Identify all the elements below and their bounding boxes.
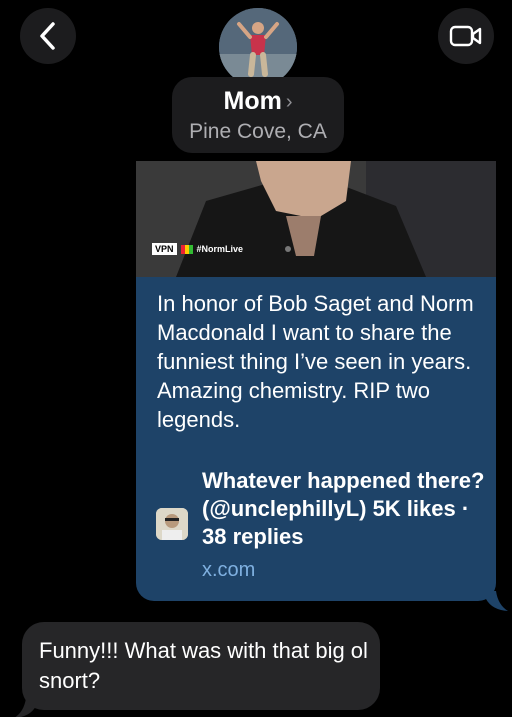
color-bars-icon	[180, 244, 193, 254]
message-text: In honor of Bob Saget and Norm Macdonald…	[157, 291, 474, 432]
chevron-right-icon: ›	[285, 90, 293, 113]
outgoing-message-bubble[interactable]: VPN #NormLive In honor of Bob Saget and …	[136, 161, 508, 611]
message-text: Funny!!! What was with that big ol snort…	[39, 638, 368, 693]
preview-hashtag: #NormLive	[196, 244, 244, 254]
bubble-tail	[15, 698, 36, 717]
facetime-video-button[interactable]	[438, 8, 494, 64]
contact-location: Pine Cove, CA	[189, 119, 327, 143]
contact-header[interactable]: Mom › Pine Cove, CA	[172, 77, 344, 153]
video-camera-icon	[449, 25, 482, 47]
chevron-left-icon	[40, 22, 55, 50]
bubble-tail	[486, 591, 508, 611]
video-watermark: VPN #NormLive	[152, 243, 243, 255]
link-preview-image[interactable]: VPN #NormLive	[136, 161, 496, 277]
link-card-thumbnail	[156, 508, 188, 540]
incoming-message-bubble[interactable]: Funny!!! What was with that big ol snort…	[15, 622, 380, 717]
back-button[interactable]	[20, 8, 76, 64]
contact-name: Mom	[223, 86, 282, 115]
avatar-photo	[219, 8, 297, 86]
contact-avatar[interactable]	[219, 8, 297, 86]
link-card-url[interactable]: x.com	[202, 559, 255, 582]
link-card-title[interactable]: Whatever happened there? (@unclephillyL)…	[202, 467, 492, 551]
vpn-logo: VPN	[152, 243, 177, 255]
preview-photo	[136, 161, 496, 277]
